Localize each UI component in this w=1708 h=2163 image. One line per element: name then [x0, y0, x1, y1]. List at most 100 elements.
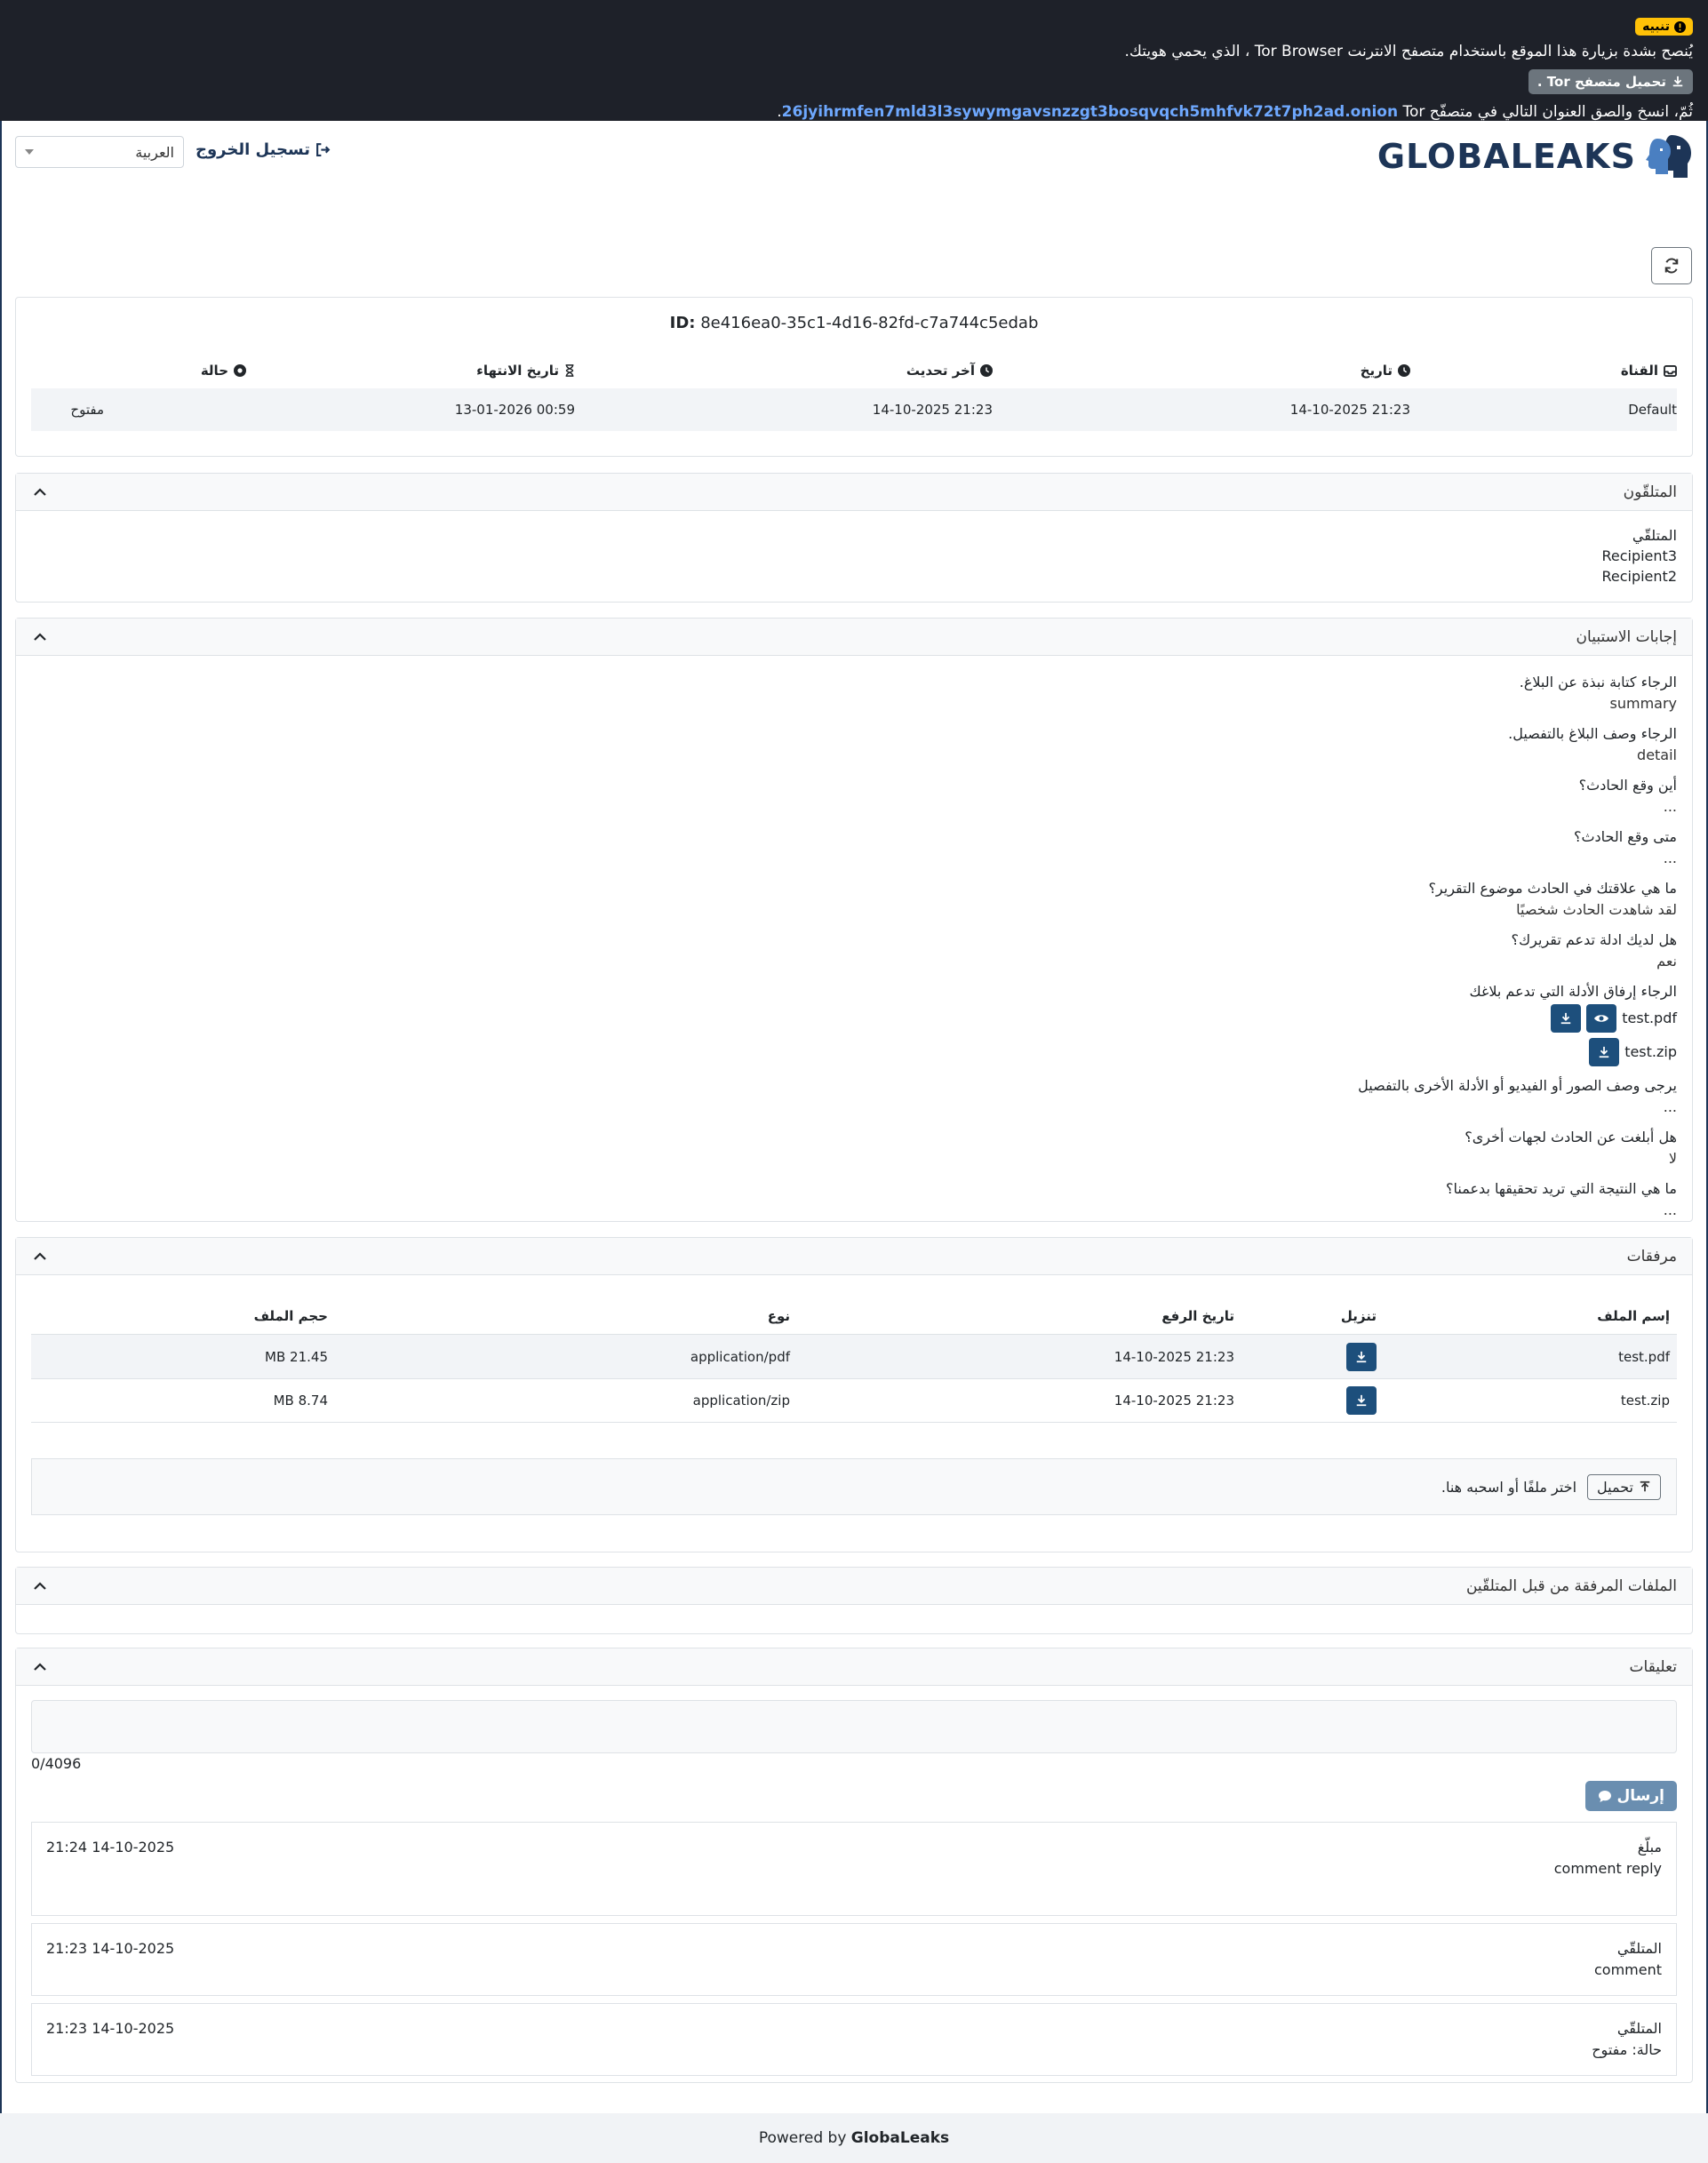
download-button[interactable]	[1346, 1342, 1377, 1371]
refresh-button[interactable]	[1651, 247, 1692, 284]
recipients-title: المتلقّون	[1623, 483, 1677, 501]
comment-author: مبلّغ	[1637, 1839, 1662, 1856]
file-type: application/pdf	[690, 1348, 790, 1365]
expiration-value: 00:59 13-01-2026	[454, 402, 575, 418]
recipients-list: المتلقّي Recipient3 Recipient2	[16, 511, 1692, 601]
answers-title: إجابات الاستبيان	[1576, 627, 1677, 646]
footer-prefix: Powered by	[758, 2129, 847, 2147]
answers-body: الرجاء كتابة نبذة عن البلاغ. summary الر…	[16, 656, 1692, 1237]
col-status: حالة	[31, 363, 246, 379]
globaleaks-logo[interactable]: GLOBALEAKS	[1377, 133, 1693, 180]
report-id-value: 8e416ea0-35c1-4d16-82fd-c7a744c5edab	[700, 314, 1039, 332]
col-channel-label: القناة	[1620, 363, 1658, 379]
date-value: 21:23 14-10-2025	[1289, 402, 1410, 418]
answer-relation: لقد شاهدت الحادث شخصيًا	[1516, 901, 1677, 918]
question-describe-media: يرجى وصف الصور أو الفيديو أو الأدلة الأخ…	[1358, 1077, 1677, 1094]
refresh-icon	[1664, 258, 1679, 274]
evidence-file-zip: test.zip	[31, 1038, 1677, 1066]
onion-address-link[interactable]: 26jyihrmfen7mld3l3sywymgavsnzzgt3bosqvqc…	[782, 103, 1398, 121]
answers-header[interactable]: إجابات الاستبيان	[16, 619, 1692, 656]
chevron-up-icon[interactable]	[31, 1248, 49, 1265]
language-select[interactable]: العربية	[15, 136, 184, 168]
download-button[interactable]	[1589, 1038, 1620, 1066]
evidence-file-pdf: test.pdf	[31, 1004, 1677, 1033]
chevron-up-icon[interactable]	[31, 1658, 49, 1676]
download-button[interactable]	[1346, 1386, 1377, 1415]
upload-button-label: تحميل	[1597, 1478, 1633, 1496]
report-id: ID: 8e416ea0-35c1-4d16-82fd-c7a744c5edab	[16, 314, 1692, 332]
upload-icon	[1640, 1481, 1650, 1492]
table-row: test.pdf 21:23 14-10-2025 application/pd…	[31, 1334, 1677, 1378]
hourglass-icon	[565, 364, 574, 377]
footer-brand-link[interactable]: GlobaLeaks	[851, 2129, 949, 2147]
download-icon	[1560, 1012, 1571, 1025]
chevron-up-icon[interactable]	[31, 1577, 49, 1595]
send-comment-button[interactable]: إرسال	[1584, 1781, 1677, 1811]
onion-instructions: ثُمّ، انسخ والصق العنوان التالي في متصفّ…	[15, 103, 1693, 121]
comment-icon	[1598, 1790, 1611, 1802]
logo-text: GLOBALEAKS	[1377, 137, 1636, 176]
comment-textarea[interactable]	[31, 1700, 1677, 1753]
question-when: متى وقع الحادث؟	[1574, 828, 1677, 845]
status-value: مفتوح	[70, 402, 104, 418]
question-where: أين وقع الحادث؟	[1578, 777, 1677, 794]
site-header: GLOBALEAKS تسجيل الخروج العربية	[0, 121, 1708, 245]
comment-time: 21:24 14-10-2025	[46, 1839, 175, 1856]
comment-text: حالة: مفتوح	[1592, 2041, 1662, 2058]
comment-time: 21:23 14-10-2025	[46, 1940, 175, 1957]
warning-badge: تنبيه	[1635, 18, 1693, 36]
attachments-header-row: إسم الملف تنزيل تاريخ الرفع نوع حجم المل…	[31, 1298, 1677, 1334]
download-icon	[1599, 1046, 1609, 1058]
attachments-header[interactable]: مرفقات	[16, 1238, 1692, 1275]
comment-time: 21:23 14-10-2025	[46, 2020, 175, 2037]
recipient-files-header[interactable]: الملفات المرفقة من قبل المتلقّين	[16, 1568, 1692, 1605]
recipients-card: المتلقّون المتلقّي Recipient3 Recipient2	[15, 473, 1693, 603]
download-tor-button[interactable]: تحميل متصفح Tor .	[1528, 69, 1693, 94]
question-summary: الرجاء كتابة نبذة عن البلاغ.	[1519, 674, 1677, 690]
logout-link[interactable]: تسجيل الخروج	[196, 140, 331, 159]
comment-item: 21:23 14-10-2025 المتلقّي حالة: مفتوح	[31, 2003, 1677, 2076]
download-icon	[1356, 1351, 1367, 1362]
chevron-up-icon[interactable]	[31, 628, 49, 646]
question-relation: ما هي علاقتك في الحادث موضوع التقرير؟	[1428, 880, 1677, 897]
answer-desired-outcome: ...	[1663, 1201, 1677, 1218]
chevron-up-icon[interactable]	[31, 483, 49, 501]
comment-author: المتلقّي	[1616, 2020, 1662, 2037]
col-size: حجم الملف	[253, 1308, 328, 1324]
recipients-header[interactable]: المتلقّون	[16, 474, 1692, 511]
recipient-item: Recipient3	[1601, 547, 1677, 564]
logo-heads-icon	[1646, 135, 1691, 178]
col-download: تنزيل	[1340, 1308, 1377, 1324]
answer-reported-elsewhere: لا	[1668, 1150, 1677, 1167]
report-info-table: القناة تاريخ آخر تحديث تاريخ الانتهاء حا…	[31, 353, 1677, 431]
file-type: application/zip	[692, 1393, 790, 1409]
comments-title: تعليقات	[1629, 1657, 1677, 1676]
exclamation-icon	[1674, 20, 1686, 33]
col-date-label: تاريخ	[1360, 363, 1393, 379]
report-info-header-row: القناة تاريخ آخر تحديث تاريخ الانتهاء حا…	[31, 353, 1677, 388]
question-attach-evidence: الرجاء إرفاق الأدلة التي تدعم بلاغك	[1469, 983, 1677, 1000]
comments-header[interactable]: تعليقات	[16, 1648, 1692, 1686]
recipient-item: Recipient2	[1601, 568, 1677, 585]
report-info-value-row: Default 21:23 14-10-2025 21:23 14-10-202…	[31, 388, 1677, 431]
download-button[interactable]	[1551, 1004, 1582, 1033]
table-row: test.zip 21:23 14-10-2025 application/zi…	[31, 1378, 1677, 1423]
question-desired-outcome: ما هي النتيجة التي تريد تحقيقها بدعمنا؟	[1446, 1180, 1677, 1197]
comments-card: تعليقات 0/4096 إرسال 21:24 14-10-2025 مب…	[15, 1648, 1693, 2083]
report-id-label: ID:	[669, 314, 696, 332]
preview-button[interactable]	[1586, 1004, 1617, 1033]
col-type: نوع	[767, 1308, 790, 1324]
upload-hint: اختر ملفًا أو اسحبه هنا.	[1441, 1478, 1577, 1496]
download-icon	[1356, 1394, 1367, 1407]
attachments-table: إسم الملف تنزيل تاريخ الرفع نوع حجم المل…	[31, 1298, 1677, 1423]
answer-where: ...	[1663, 798, 1677, 815]
answer-describe-media: ...	[1663, 1098, 1677, 1115]
caret-down-icon	[25, 149, 34, 155]
attachments-card: مرفقات إسم الملف تنزيل تاريخ الرفع نوع ح…	[15, 1237, 1693, 1552]
recipient-files-title: الملفات المرفقة من قبل المتلقّين	[1465, 1576, 1677, 1595]
upload-button[interactable]: تحميل	[1587, 1473, 1661, 1500]
file-size: 21.45 MB	[265, 1348, 328, 1365]
file-dropzone[interactable]: تحميل اختر ملفًا أو اسحبه هنا.	[31, 1458, 1677, 1515]
comment-text: comment	[1593, 1961, 1662, 1978]
recipient-files-card: الملفات المرفقة من قبل المتلقّين	[15, 1567, 1693, 1634]
